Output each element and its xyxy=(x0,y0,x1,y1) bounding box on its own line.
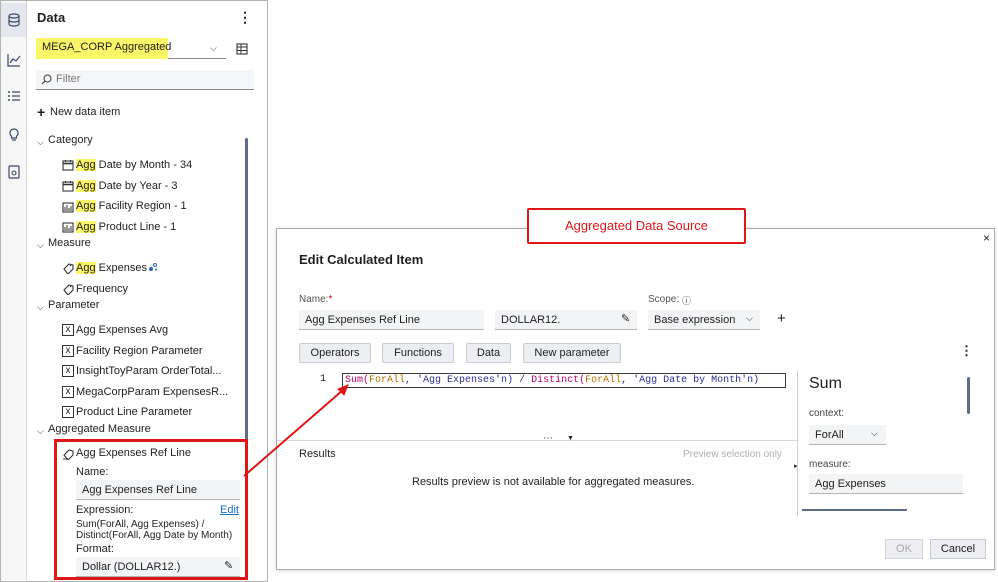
parameter-icon: x xyxy=(62,324,74,336)
aggregated-data-source-callout: Aggregated Data Source xyxy=(527,208,746,244)
splitter-handle-icon[interactable]: ⋯ xyxy=(543,433,554,444)
data-source-table-icon[interactable] xyxy=(236,43,248,55)
data-source-name: MEGA_CORP Aggregated xyxy=(36,38,171,59)
scope-select[interactable]: Base expression ⌵ xyxy=(648,310,760,330)
detail-format-label: Format: xyxy=(76,543,114,555)
tree-item-agg-expenses[interactable]: Agg Expenses xyxy=(76,262,147,274)
detail-name-value: Agg Expenses Ref Line xyxy=(82,484,197,496)
tree-item-parameter[interactable]: Facility Region Parameter xyxy=(76,345,203,357)
dialog-title: Edit Calculated Item xyxy=(299,252,424,267)
edit-calculated-item-dialog: × Edit Calculated Item Name:* Agg Expens… xyxy=(276,228,995,570)
parameter-icon: x xyxy=(62,365,74,377)
format-input[interactable]: DOLLAR12. ✎ xyxy=(495,310,637,330)
data-button[interactable]: Data xyxy=(466,343,511,363)
data-source-select[interactable]: MEGA_CORP Aggregated ⌵ xyxy=(36,38,226,59)
tree-item-agg-date-by-year[interactable]: Agg Date by Year - 3 xyxy=(76,180,178,192)
measure-icon xyxy=(63,284,74,295)
detail-format-field[interactable]: Dollar (DOLLAR12.) ✎ xyxy=(76,557,240,577)
detail-expression-line2: Distinct(ForAll, Agg Date by Month) xyxy=(76,530,233,541)
detail-expression-label: Expression: xyxy=(76,504,134,516)
category-icon xyxy=(62,222,74,233)
tree-item-parameter[interactable]: Product Line Parameter xyxy=(76,406,192,418)
ok-button[interactable]: OK xyxy=(885,539,923,559)
chevron-down-icon[interactable]: ⌵ xyxy=(37,240,44,251)
more-options-icon[interactable]: ⋮ xyxy=(960,343,973,359)
lightbulb-icon[interactable] xyxy=(7,128,21,142)
tree-item-parameter[interactable]: InsightToyParam OrderTotal... xyxy=(76,365,222,377)
tree-item-agg-facility-region[interactable]: Agg Facility Region - 1 xyxy=(76,200,187,212)
caret-down-icon[interactable]: ▼ xyxy=(567,435,574,442)
measure-icon xyxy=(63,263,74,274)
context-select[interactable]: ForAll ⌵ xyxy=(809,425,886,445)
new-parameter-button[interactable]: New parameter xyxy=(523,343,621,363)
functions-button[interactable]: Functions xyxy=(382,343,454,363)
context-label: context: xyxy=(809,408,845,419)
tree-item-agg-product-line[interactable]: Agg Product Line - 1 xyxy=(76,221,176,233)
category-icon xyxy=(62,202,74,213)
measure-select[interactable]: Agg Expenses xyxy=(809,474,963,494)
chevron-down-icon: ⌵ xyxy=(210,43,217,53)
pencil-icon[interactable]: ✎ xyxy=(621,312,630,325)
side-panel-divider xyxy=(797,371,798,516)
preview-selection-only-toggle[interactable]: Preview selection only xyxy=(683,449,782,460)
filter-input[interactable]: Filter xyxy=(36,70,254,90)
calendar-icon xyxy=(62,160,74,171)
plus-icon[interactable]: + xyxy=(37,104,45,120)
chart-icon[interactable] xyxy=(7,53,21,67)
operators-button[interactable]: Operators xyxy=(299,343,371,363)
name-label: Name:* xyxy=(299,294,333,305)
parameter-group-label[interactable]: Parameter xyxy=(48,299,99,311)
chevron-down-icon: ⌵ xyxy=(871,428,878,438)
chevron-down-icon[interactable]: ⌵ xyxy=(37,302,44,313)
calendar-icon xyxy=(62,181,74,192)
detail-expression-line1: Sum(ForAll, Agg Expenses) / xyxy=(76,519,205,530)
tree-item-frequency[interactable]: Frequency xyxy=(76,283,128,295)
help-icon[interactable]: ⓘ xyxy=(682,294,691,307)
database-icon[interactable] xyxy=(7,13,21,27)
annotation-arrow xyxy=(243,384,349,477)
expression-editor[interactable]: Sum(ForAll, 'Agg Expenses'n) / Distinct(… xyxy=(342,373,786,388)
detail-name-field[interactable]: Agg Expenses Ref Line xyxy=(76,480,240,500)
detail-format-value: Dollar (DOLLAR12.) xyxy=(82,561,181,573)
tree-item-parameter[interactable]: MegaCorpParam ExpensesR... xyxy=(76,386,228,398)
side-icon-bar xyxy=(1,1,27,580)
function-name: Sum xyxy=(809,375,842,392)
pane-more-icon[interactable]: ⋮ xyxy=(238,9,252,26)
tree-item-agg-date-by-month[interactable]: Agg Date by Month - 34 xyxy=(76,159,192,171)
add-icon[interactable]: + xyxy=(777,310,786,327)
pencil-icon[interactable]: ✎ xyxy=(224,559,233,572)
chevron-down-icon: ⌵ xyxy=(746,313,753,323)
results-message: Results preview is not available for agg… xyxy=(412,476,695,488)
cancel-button[interactable]: Cancel xyxy=(930,539,986,559)
parameter-icon: x xyxy=(62,386,74,398)
side-panel-hscrollbar[interactable] xyxy=(802,509,907,511)
edit-expression-link[interactable]: Edit xyxy=(220,504,239,516)
detail-name-label: Name: xyxy=(76,466,109,478)
aggregated-measure-icon xyxy=(63,449,74,460)
scope-label: Scope: xyxy=(648,294,680,305)
side-panel-scrollbar[interactable] xyxy=(967,377,970,414)
chevron-down-icon[interactable]: ⌵ xyxy=(37,137,44,148)
list-icon[interactable] xyxy=(7,89,21,103)
new-data-item-button[interactable]: New data item xyxy=(50,106,120,118)
measure-label: measure: xyxy=(809,459,851,470)
measure-group-label[interactable]: Measure xyxy=(48,237,91,249)
caret-right-icon[interactable]: ▸ xyxy=(794,462,798,470)
chevron-down-icon[interactable]: ⌵ xyxy=(37,426,44,437)
filter-placeholder: Filter xyxy=(56,73,81,85)
tree-item-parameter[interactable]: Agg Expenses Avg xyxy=(76,324,168,336)
linked-source-icon xyxy=(149,263,157,271)
parameter-icon: x xyxy=(62,406,74,418)
search-icon xyxy=(41,74,52,85)
tree-item-agg-expenses-ref-line[interactable]: Agg Expenses Ref Line xyxy=(76,447,191,459)
report-icon[interactable] xyxy=(7,165,21,179)
parameter-icon: x xyxy=(62,345,74,357)
aggregated-measure-group-label[interactable]: Aggregated Measure xyxy=(48,423,151,435)
name-input[interactable]: Agg Expenses Ref Line xyxy=(299,310,484,330)
close-icon[interactable]: × xyxy=(983,231,990,245)
category-group-label[interactable]: Category xyxy=(48,134,93,146)
pane-title: Data xyxy=(37,10,66,25)
